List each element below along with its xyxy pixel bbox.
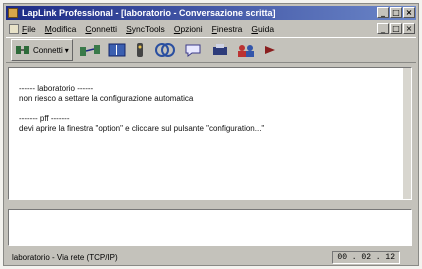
document-window-controls: _ □ × — [377, 23, 415, 34]
connect-icon — [16, 46, 29, 54]
status-bar: laboratorio - Via rete (TCP/IP) 00 . 02 … — [6, 250, 416, 264]
message-input[interactable] — [8, 209, 412, 246]
vertical-scrollbar[interactable] — [403, 68, 411, 199]
options-button[interactable] — [263, 40, 277, 60]
menu-file[interactable]: File — [22, 24, 36, 34]
doc-minimize-button[interactable]: _ — [377, 23, 389, 34]
connection-timer: 00 . 02 . 12 — [332, 250, 400, 264]
users-button[interactable] — [235, 40, 257, 60]
chat-transcript[interactable]: ------ laboratorio ------ non riesco a s… — [8, 67, 412, 200]
menu-modifica[interactable]: Modifica — [45, 24, 77, 34]
file-manager-button[interactable] — [107, 40, 127, 60]
message-text: non riesco a settare la configurazione a… — [19, 94, 194, 103]
doc-close-button[interactable]: × — [403, 23, 415, 34]
close-button[interactable]: × — [403, 7, 415, 18]
file-manager-icon — [108, 43, 126, 57]
message-sender: ------ laboratorio ------ — [19, 84, 94, 93]
chat-message: ------ laboratorio ------ non riesco a s… — [19, 84, 401, 104]
window-controls: _ □ × — [377, 7, 415, 18]
document-icon[interactable] — [9, 23, 19, 34]
app-window: LapLink Professional - [laboratorio - Co… — [3, 3, 419, 266]
connect-label: Connetti — [33, 45, 63, 55]
title-bar[interactable]: LapLink Professional - [laboratorio - Co… — [6, 6, 416, 20]
print-button[interactable] — [211, 40, 229, 60]
message-sender: ------- pff ------- — [19, 114, 70, 123]
sync-button[interactable] — [153, 40, 177, 60]
remote-control-button[interactable] — [133, 40, 147, 60]
menu-opzioni[interactable]: Opzioni — [174, 24, 203, 34]
transfer-button[interactable] — [79, 40, 101, 60]
menu-guida[interactable]: Guida — [251, 24, 274, 34]
chat-message: ------- pff ------- devi aprire la fines… — [19, 114, 401, 134]
doc-restore-button[interactable]: □ — [390, 23, 402, 34]
window-title: LapLink Professional - [laboratorio - Co… — [22, 8, 276, 18]
app-icon — [8, 8, 18, 18]
chat-button[interactable] — [183, 40, 205, 60]
message-text: devi aprire la finestra "option" e clicc… — [19, 124, 265, 133]
menu-finestra[interactable]: Finestra — [212, 24, 243, 34]
connect-button[interactable]: Connetti ▾ — [11, 39, 73, 61]
menu-bar: File Modifica Connetti SyncTools Opzioni… — [6, 21, 416, 36]
users-icon — [237, 45, 254, 57]
menu-connetti[interactable]: Connetti — [85, 24, 117, 34]
remote-control-icon — [136, 43, 143, 57]
chevron-down-icon: ▾ — [64, 45, 69, 55]
sync-icon — [154, 43, 175, 57]
minimize-button[interactable]: _ — [377, 7, 389, 18]
maximize-button[interactable]: □ — [390, 7, 402, 18]
chat-icon — [185, 44, 201, 57]
menu-synctools[interactable]: SyncTools — [126, 24, 165, 34]
toolbar: Connetti ▾ — [6, 37, 416, 63]
connection-status: laboratorio - Via rete (TCP/IP) — [12, 252, 118, 262]
transfer-icon — [79, 45, 100, 56]
options-icon — [264, 46, 275, 54]
print-icon — [212, 44, 227, 55]
